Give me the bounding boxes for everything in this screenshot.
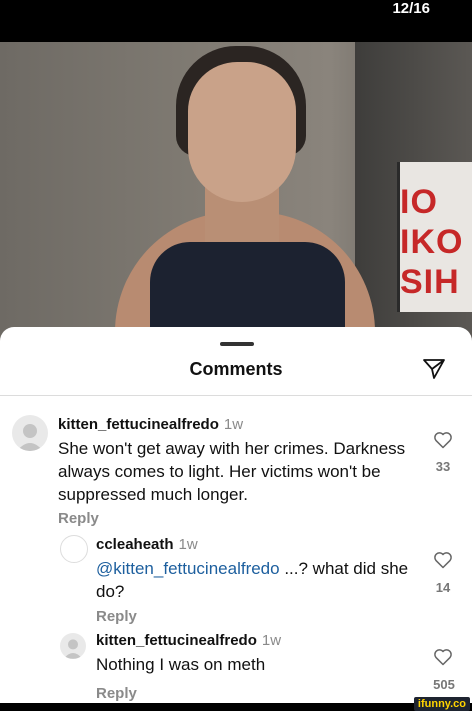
avatar-placeholder-icon: [17, 424, 43, 451]
like-count: 505: [433, 677, 455, 692]
like-count: 14: [435, 580, 451, 595]
slide-counter: 12/16: [392, 0, 430, 17]
avatar[interactable]: [60, 535, 88, 563]
comment-time: 1w: [223, 416, 244, 433]
reply-button[interactable]: Reply: [96, 685, 137, 702]
mention-link[interactable]: @kitten_fettucinealfredo: [96, 559, 280, 578]
reply-button[interactable]: Reply: [58, 510, 99, 527]
like-count: 33: [435, 459, 451, 474]
header-divider: [0, 395, 472, 396]
reply-button[interactable]: Reply: [96, 608, 137, 625]
heart-icon[interactable]: [433, 430, 453, 450]
photo-person-face: [188, 62, 296, 202]
comment-username[interactable]: kitten_fettucinealfredo 1w: [58, 416, 243, 433]
send-icon[interactable]: [422, 357, 446, 381]
comments-title: Comments: [189, 359, 283, 379]
site-watermark: ifunny.co: [413, 697, 470, 711]
username-text[interactable]: kitten_fettucinealfredo: [96, 632, 257, 649]
username-text[interactable]: ccleaheath: [96, 536, 174, 553]
comment-text: @kitten_fettucinealfredo ...? what did s…: [96, 557, 421, 603]
comment-time: 1w: [178, 536, 198, 553]
comment-username[interactable]: ccleaheath 1w: [96, 536, 198, 553]
comment-username[interactable]: kitten_fettucinealfredo 1w: [96, 632, 281, 649]
avatar-placeholder-icon: [63, 639, 83, 659]
background-photo: IO IKO SIH: [0, 42, 472, 342]
heart-icon[interactable]: [433, 550, 453, 570]
comment-text: She won't get away with her crimes. Dark…: [58, 439, 406, 504]
story-top-bar: 12/16: [0, 0, 472, 42]
comments-sheet: Comments kitten_fettucinealfredo 1w She w…: [0, 327, 472, 703]
avatar[interactable]: [12, 415, 48, 451]
bottom-bar: [0, 703, 472, 711]
username-text[interactable]: kitten_fettucinealfredo: [58, 416, 219, 433]
comment-text: Nothing I was on meth: [96, 655, 266, 674]
photo-sign-text: IO IKO SIH: [400, 183, 464, 301]
comment-time: 1w: [261, 632, 282, 649]
drag-handle[interactable]: [220, 342, 254, 346]
heart-icon[interactable]: [433, 647, 453, 667]
avatar[interactable]: [60, 633, 86, 659]
